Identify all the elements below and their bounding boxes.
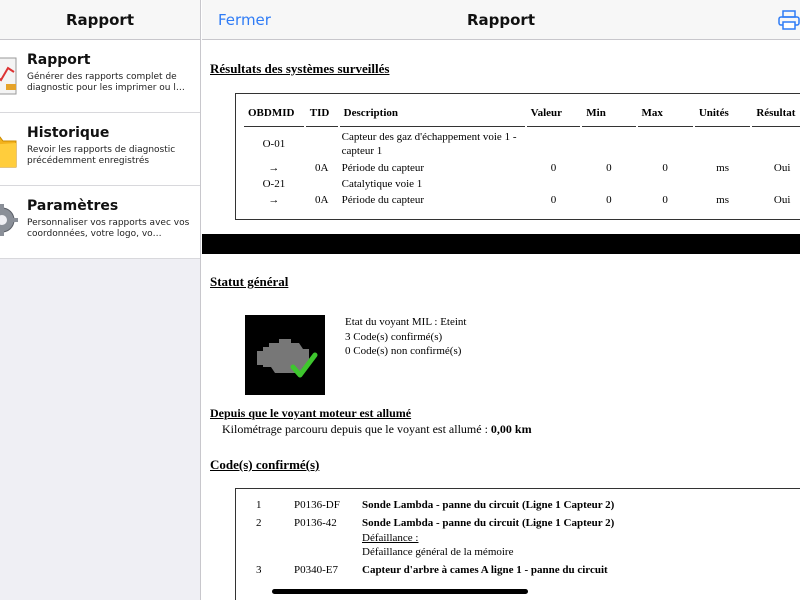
sidebar-item-title: Paramètres <box>27 198 119 214</box>
nav-title: Rapport <box>466 11 536 29</box>
cell-description: Période du capteur <box>341 194 425 206</box>
since-text: Kilométrage parcouru depuis que le voyan… <box>222 422 532 437</box>
col-obdmid: OBDMID <box>244 101 304 127</box>
cell-min <box>582 177 635 191</box>
section-separator <box>202 234 800 254</box>
col-tid: TID <box>305 101 338 127</box>
confirmed-count: 3 Code(s) confirmé(s) <box>345 330 443 343</box>
history-folder-icon <box>0 136 17 168</box>
sidebar-title: Rapport <box>65 10 135 29</box>
cell-tid <box>306 129 338 159</box>
col-max: Max <box>637 101 693 127</box>
sidebar-list: Rapport Générer des rapports complet de … <box>0 40 200 259</box>
codes-title: Code(s) confirmé(s) <box>210 457 320 472</box>
cell-resultat <box>752 177 800 191</box>
monitors-table: OBDMID TID Description Valeur Min Max Un… <box>242 99 800 209</box>
table-row: → 0A Période du capteur 0 0 0 ms Oui <box>244 193 800 207</box>
cell-description: Catalytique voie 1 <box>341 178 423 190</box>
code-number: 3 <box>256 564 262 576</box>
cell-obdmid: → <box>268 162 280 174</box>
since-value: 0,00 km <box>490 422 532 436</box>
sidebar: Rapport Rapport Générer des rapports com… <box>0 0 201 600</box>
status-title: Statut général <box>210 274 289 289</box>
table-header-row: OBDMID TID Description Valeur Min Max Un… <box>244 101 800 127</box>
col-min: Min <box>582 101 636 127</box>
col-valeur: Valeur <box>526 101 581 127</box>
col-resultat: Résultat <box>752 101 800 127</box>
unconfirmed-count: 0 Code(s) non confirmé(s) <box>345 345 462 357</box>
nav-bar: Fermer Rapport <box>202 0 800 40</box>
sidebar-item-historique[interactable]: Historique Revoir les rapports de diagno… <box>0 113 200 186</box>
code-description: Capteur d'arbre à cames A ligne 1 - pann… <box>362 564 608 576</box>
cell-min <box>582 129 635 159</box>
sidebar-header: Rapport <box>0 0 200 40</box>
cell-resultat: Oui <box>773 162 791 174</box>
cell-max <box>638 177 693 191</box>
cell-unites <box>695 177 751 191</box>
fault-text: Défaillance général de la mémoire <box>362 546 514 558</box>
cell-unites: ms <box>716 194 729 206</box>
cell-obdmid: O-21 <box>262 178 286 190</box>
cell-tid <box>306 177 338 191</box>
cell-min: 0 <box>606 194 612 206</box>
home-indicator[interactable] <box>272 589 528 594</box>
cell-unites: ms <box>716 162 729 174</box>
sidebar-item-title: Rapport <box>27 52 91 68</box>
sidebar-item-title: Historique <box>27 125 110 141</box>
report-chart-icon <box>0 57 17 95</box>
monitors-title: Résultats des systèmes surveillés <box>210 61 390 76</box>
sidebar-item-parametres[interactable]: Paramètres Personnaliser vos rapports av… <box>0 186 200 259</box>
cell-unites <box>695 129 751 159</box>
printer-icon[interactable] <box>778 10 800 30</box>
since-label: Kilométrage parcouru depuis que le voyan… <box>222 422 491 436</box>
code-id: P0340-E7 <box>294 564 338 576</box>
table-row: O-01 Capteur des gaz d'échappement voie … <box>244 129 800 159</box>
cell-valeur: 0 <box>550 194 557 206</box>
sidebar-item-rapport[interactable]: Rapport Générer des rapports complet de … <box>0 40 200 113</box>
sidebar-item-subtitle: Revoir les rapports de diagnostic précéd… <box>27 145 176 166</box>
col-description: Description <box>339 101 525 127</box>
col-unites: Unités <box>694 101 751 127</box>
cell-valeur: 0 <box>550 162 557 174</box>
cell-description: Capteur des gaz d'échappement voie 1 - c… <box>341 131 517 157</box>
cell-max <box>638 129 693 159</box>
engine-check-icon <box>245 315 325 395</box>
cell-obdmid: → <box>268 194 280 206</box>
report-pane: Fermer Rapport Résultats des systèmes su… <box>202 0 800 600</box>
sidebar-item-subtitle: Personnaliser vos rapports avec vos coor… <box>27 218 190 239</box>
code-description: Sonde Lambda - panne du circuit (Ligne 1… <box>362 517 615 529</box>
cell-tid: 0A <box>314 162 329 174</box>
cell-resultat <box>752 129 800 159</box>
status-details: Etat du voyant MIL : Eteint 3 Code(s) co… <box>345 315 466 359</box>
mil-status: Etat du voyant MIL : Eteint <box>345 316 467 328</box>
sidebar-item-subtitle: Générer des rapports complet de diagnost… <box>27 72 185 93</box>
code-id: P0136-DF <box>294 499 340 511</box>
code-number: 1 <box>256 499 262 511</box>
fault-label: Défaillance : <box>362 532 419 544</box>
cell-resultat: Oui <box>773 194 791 206</box>
cell-max: 0 <box>662 162 668 174</box>
cell-tid: 0A <box>314 194 329 206</box>
cell-description: Période du capteur <box>341 162 425 174</box>
since-title: Depuis que le voyant moteur est allumé <box>210 406 412 420</box>
cell-valeur <box>527 177 581 191</box>
gear-icon <box>0 204 18 236</box>
codes-table-box: 1 P0136-DF Sonde Lambda - panne du circu… <box>235 488 800 600</box>
code-id: P0136-42 <box>294 517 337 529</box>
monitors-table-box: OBDMID TID Description Valeur Min Max Un… <box>235 93 800 220</box>
cell-min: 0 <box>606 162 612 174</box>
cell-valeur <box>527 129 581 159</box>
code-description: Sonde Lambda - panne du circuit (Ligne 1… <box>362 499 615 511</box>
cell-max: 0 <box>662 194 668 206</box>
table-row: → 0A Période du capteur 0 0 0 ms Oui <box>244 161 800 175</box>
cell-obdmid: O-01 <box>262 138 286 150</box>
code-number: 2 <box>256 517 262 529</box>
table-row: O-21 Catalytique voie 1 <box>244 177 800 191</box>
